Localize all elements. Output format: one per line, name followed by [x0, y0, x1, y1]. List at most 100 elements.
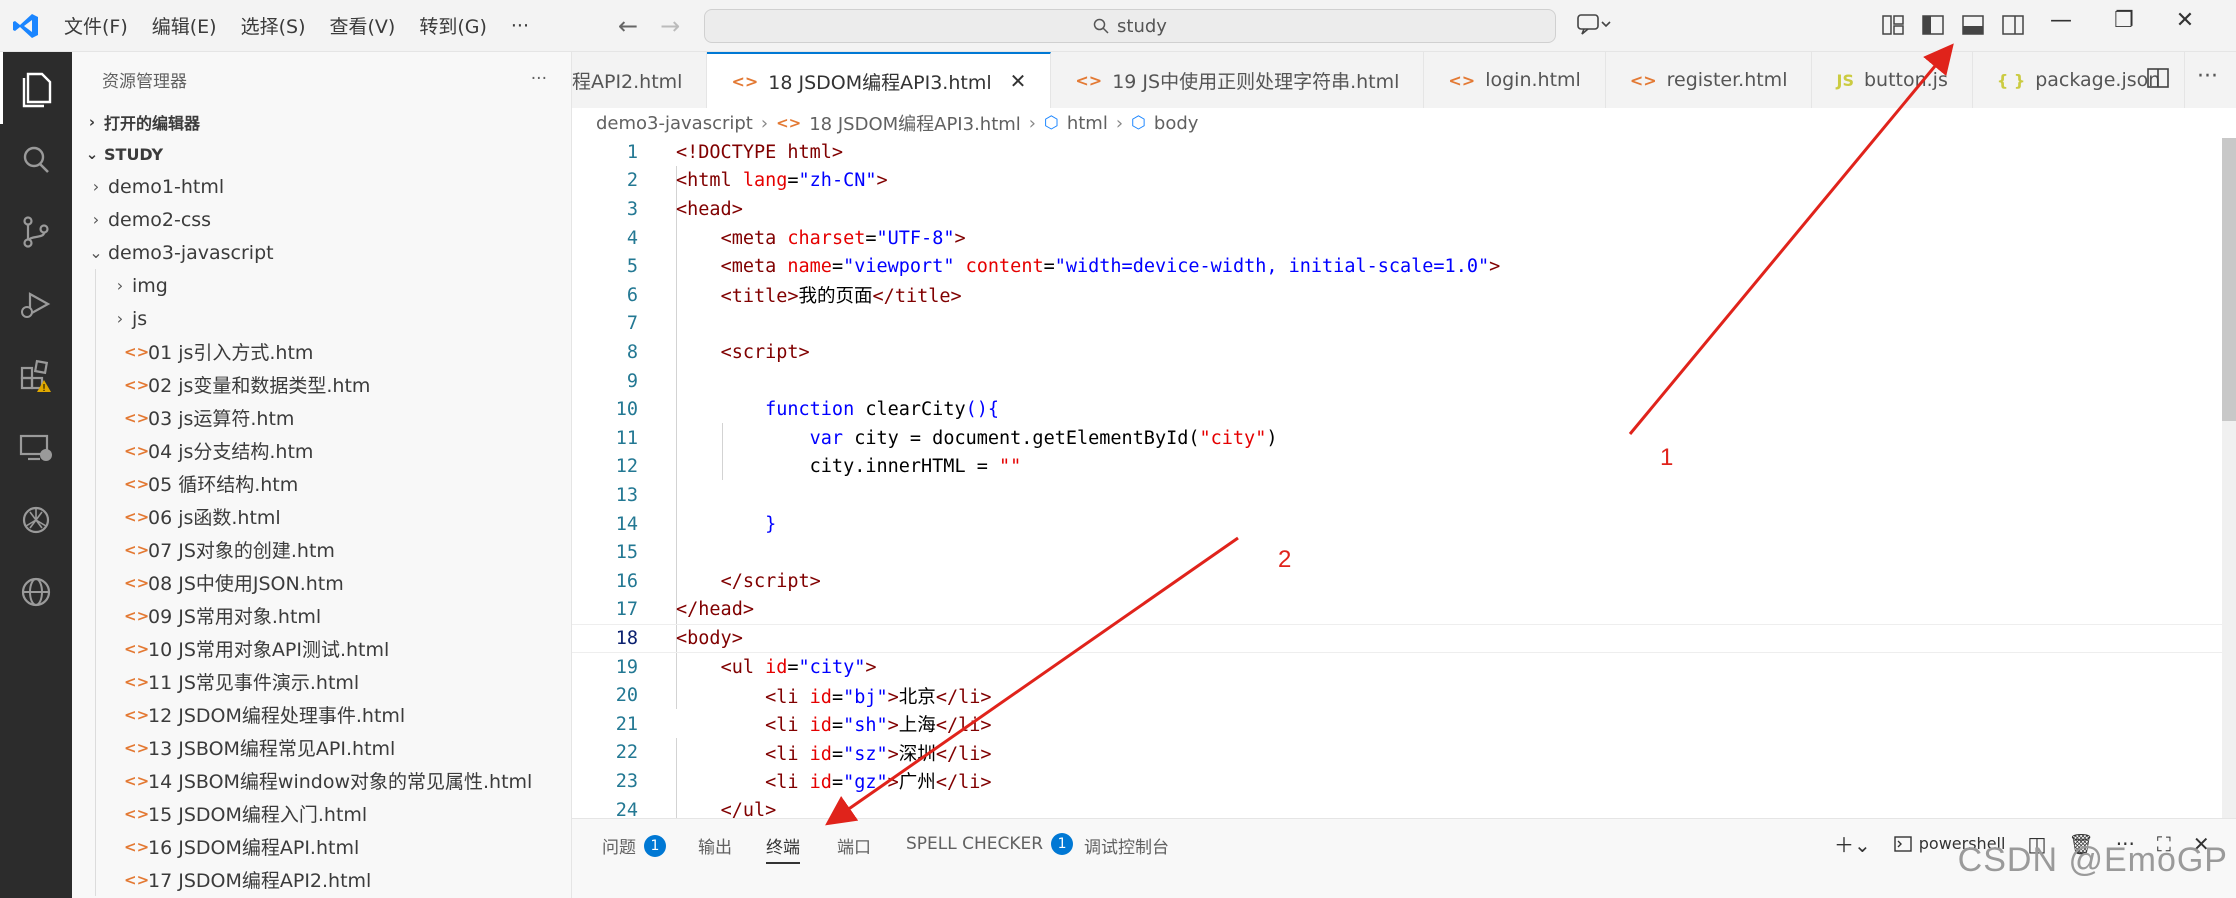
file-label: 07 JS对象的创建.htm [148, 540, 335, 562]
copilot-icon[interactable] [1576, 12, 1612, 41]
command-center-search[interactable]: study [704, 9, 1556, 43]
code-line: 12 city.innerHTML = "" [615, 456, 1022, 478]
close-window-icon[interactable]: ✕ [2176, 8, 2194, 33]
file-item[interactable]: <> 02 js变量和数据类型.htm [72, 368, 571, 401]
menu-bar: 文件(F) 编辑(E) 选择(S) 查看(V) 转到(G) ··· [52, 12, 541, 39]
menu-more[interactable]: ··· [499, 15, 541, 37]
editor-scrollbar[interactable] [2222, 138, 2236, 818]
html-file-icon: <> [124, 507, 150, 526]
code-line: 7 [626, 313, 638, 335]
scrollbar-thumb[interactable] [2222, 138, 2236, 421]
more-actions-icon[interactable]: ··· [531, 69, 547, 89]
code-line: 9 [626, 370, 638, 392]
symbol-element-icon: ⬡ [1044, 113, 1059, 133]
file-item[interactable]: <> 17 JSDOM编程API2.html [72, 863, 571, 896]
file-item[interactable]: <> 05 循环结构.htm [72, 467, 571, 500]
file-label: 17 JSDOM编程API2.html [148, 870, 372, 892]
folder-item[interactable]: › demo1-html [72, 170, 571, 203]
file-item[interactable]: <> 01 js引入方式.htm [72, 335, 571, 368]
new-terminal-icon[interactable]: ＋⌄ [1834, 829, 1871, 858]
file-item[interactable]: <> 08 JS中使用JSON.htm [72, 566, 571, 599]
workspace-label: STUDY [104, 144, 164, 164]
tab-label: button.js [1863, 69, 1948, 91]
remote-explorer-icon[interactable] [0, 412, 72, 484]
breadcrumb: demo3-javascript › <> 18 JSDOM编程API3.htm… [596, 108, 1198, 138]
menu-go[interactable]: 转到(G) [407, 12, 499, 39]
file-item[interactable]: <> 11 JS常见事件演示.html [72, 665, 571, 698]
nav-arrows: ← → [618, 12, 680, 40]
file-item[interactable]: <> 14 JSBOM编程window对象的常见属性.html [72, 764, 571, 797]
breadcrumb-file[interactable]: 18 JSDOM编程API3.html [809, 110, 1021, 136]
tab-spell-checker[interactable]: SPELL CHECKER 1 [906, 833, 1074, 855]
breadcrumb-folder[interactable]: demo3-javascript [596, 113, 753, 134]
tab-file[interactable]: <> login.html [1424, 52, 1606, 108]
tab-file[interactable]: JS button.js [1812, 52, 1973, 108]
more-actions-icon[interactable]: ··· [2197, 64, 2218, 89]
toggle-primary-sidebar-icon[interactable] [1920, 12, 1946, 38]
code-editor[interactable]: 1 <!DOCTYPE html> 2 <html lang="zh-CN"> 3 <… [572, 138, 2236, 818]
html-file-icon: <> [124, 573, 150, 592]
file-item[interactable]: <> 16 JSDOM编程API.html [72, 830, 571, 863]
toggle-secondary-sidebar-icon[interactable] [2000, 12, 2026, 38]
tab-debug-console[interactable]: 调试控制台 [1084, 833, 1169, 858]
tab-problems[interactable]: 问题 1 [602, 833, 666, 858]
file-label: 08 JS中使用JSON.htm [148, 573, 344, 595]
code-line: 21 <li id="sh">上海</li> [615, 713, 992, 737]
tab-ports[interactable]: 端口 [837, 833, 871, 858]
toggle-panel-icon[interactable] [1960, 12, 1986, 38]
explorer-icon[interactable] [0, 52, 72, 124]
file-item[interactable]: <> 12 JSDOM编程处理事件.html [72, 698, 571, 731]
tab-terminal[interactable]: 终端 [766, 833, 800, 864]
breadcrumb-body[interactable]: body [1154, 113, 1199, 134]
split-editor-icon[interactable] [2146, 66, 2170, 95]
globe-icon[interactable] [0, 556, 72, 628]
file-item[interactable]: <> 13 JSBOM编程常见API.html [72, 731, 571, 764]
minimize-icon[interactable]: — [2050, 8, 2072, 33]
tab-file[interactable]: <> register.html [1606, 52, 1813, 108]
forward-arrow-icon[interactable]: → [660, 12, 680, 40]
tab-label: SPELL CHECKER [906, 834, 1044, 854]
file-label: 14 JSBOM编程window对象的常见属性.html [148, 771, 533, 793]
file-item[interactable]: <> 07 JS对象的创建.htm [72, 533, 571, 566]
chatgpt-icon[interactable] [0, 484, 72, 556]
tab-file[interactable]: 程API2.html [572, 52, 708, 108]
file-item[interactable]: <> 06 js函数.html [72, 500, 571, 533]
breadcrumb-html[interactable]: html [1067, 113, 1108, 134]
tab-file-active[interactable]: <> 18 JSDOM编程API3.html ✕ [707, 52, 1052, 108]
close-tab-icon[interactable]: ✕ [1010, 69, 1027, 93]
file-label: 01 js引入方式.htm [148, 342, 314, 364]
file-item[interactable]: <> 09 JS常用对象.html [72, 599, 571, 632]
run-debug-icon[interactable] [0, 268, 72, 340]
html-file-icon: <> [124, 375, 150, 394]
source-control-icon[interactable] [0, 196, 72, 268]
menu-file[interactable]: 文件(F) [52, 12, 140, 39]
tab-file[interactable]: <> 19 JS中使用正则处理字符串.html [1051, 52, 1425, 108]
html-file-icon: <> [124, 408, 150, 427]
customize-layout-icon[interactable] [1880, 12, 1906, 38]
back-arrow-icon[interactable]: ← [618, 12, 638, 40]
folder-item-expanded[interactable]: ⌄ demo3-javascript [72, 236, 571, 269]
annotation-label-2: 2 [1278, 546, 1292, 573]
search-sidebar-icon[interactable] [0, 124, 72, 196]
explorer-header: 资源管理器 ··· [72, 52, 571, 106]
folder-item[interactable]: › demo2-css [72, 203, 571, 236]
file-item[interactable]: <> 03 js运算符.htm [72, 401, 571, 434]
restore-icon[interactable]: ❐ [2114, 8, 2134, 33]
file-item[interactable]: <> 04 js分支结构.htm [72, 434, 571, 467]
folder-item[interactable]: › js [72, 302, 571, 335]
file-item[interactable]: <> 10 JS常用对象API测试.html [72, 632, 571, 665]
explorer-sidebar: 资源管理器 ··· › 打开的编辑器 ⌄ STUDY › demo1-html … [72, 52, 572, 898]
tab-output[interactable]: 输出 [698, 833, 732, 858]
open-editors-section[interactable]: › 打开的编辑器 [72, 106, 571, 138]
extensions-icon[interactable]: ! [0, 340, 72, 412]
menu-view[interactable]: 查看(V) [318, 12, 408, 39]
code-line: 4 <meta charset="UTF-8"> [626, 227, 966, 249]
menu-selection[interactable]: 选择(S) [229, 12, 318, 39]
tab-label: register.html [1666, 69, 1788, 91]
menu-edit[interactable]: 编辑(E) [140, 12, 229, 39]
folder-item[interactable]: › img [72, 269, 571, 302]
code-line: 17 </head> [615, 599, 754, 621]
file-item[interactable]: <> 15 JSDOM编程入门.html [72, 797, 571, 830]
workspace-section[interactable]: ⌄ STUDY [72, 138, 571, 170]
tab-label: 问题 [602, 838, 636, 858]
